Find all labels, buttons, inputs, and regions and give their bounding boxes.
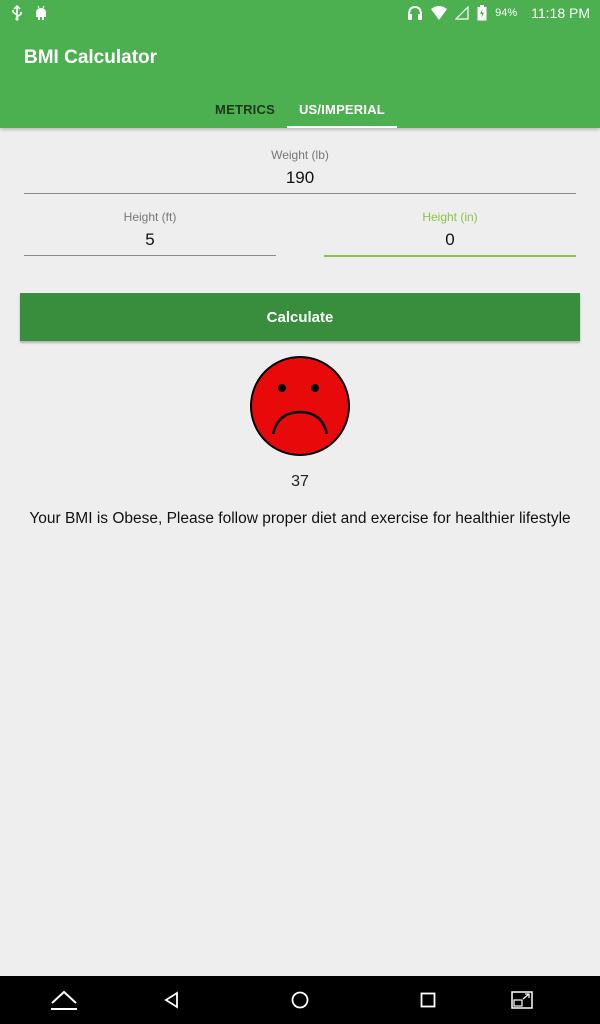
status-bar: 94% 11:18 PM xyxy=(0,0,600,25)
battery-icon xyxy=(477,4,487,21)
wifi-icon xyxy=(431,5,448,20)
tab-us-imperial[interactable]: US/IMPERIAL xyxy=(286,90,397,128)
height-ft-input[interactable] xyxy=(24,224,276,256)
height-ft-label: Height (ft) xyxy=(123,210,177,224)
app-title: BMI Calculator xyxy=(24,46,158,68)
status-right: 94% 11:18 PM xyxy=(407,4,590,21)
headset-icon xyxy=(407,5,423,21)
screenshot-icon[interactable] xyxy=(502,976,542,1024)
weight-input[interactable] xyxy=(24,162,576,194)
height-in-field: Height (in) xyxy=(324,210,576,257)
home-icon[interactable] xyxy=(280,976,320,1024)
sad-face-icon xyxy=(249,355,351,457)
bmi-value: 37 xyxy=(291,473,309,490)
bmi-message: Your BMI is Obese, Please follow proper … xyxy=(29,510,571,527)
recents-icon[interactable] xyxy=(408,976,448,1024)
weight-field: Weight (lb) xyxy=(24,148,576,194)
tab-bar: METRICS US/IMPERIAL xyxy=(0,90,600,128)
android-debug-icon xyxy=(34,5,48,21)
height-in-label: Height (in) xyxy=(422,210,478,224)
navigation-bar xyxy=(0,976,600,1024)
clock: 11:18 PM xyxy=(531,4,590,21)
tab-metrics[interactable]: METRICS xyxy=(203,90,287,128)
height-ft-field: Height (ft) xyxy=(24,210,276,256)
status-left xyxy=(10,4,48,21)
weight-label: Weight (lb) xyxy=(271,148,329,162)
back-icon[interactable] xyxy=(152,976,192,1024)
usb-icon xyxy=(10,4,24,21)
battery-percent: 94% xyxy=(495,6,518,19)
app-bar: BMI Calculator xyxy=(0,25,600,90)
keyboard-hide-icon[interactable] xyxy=(44,976,84,1024)
cell-signal-icon xyxy=(455,5,469,20)
calculate-button[interactable]: Calculate xyxy=(20,293,580,341)
height-in-input[interactable] xyxy=(324,224,576,257)
